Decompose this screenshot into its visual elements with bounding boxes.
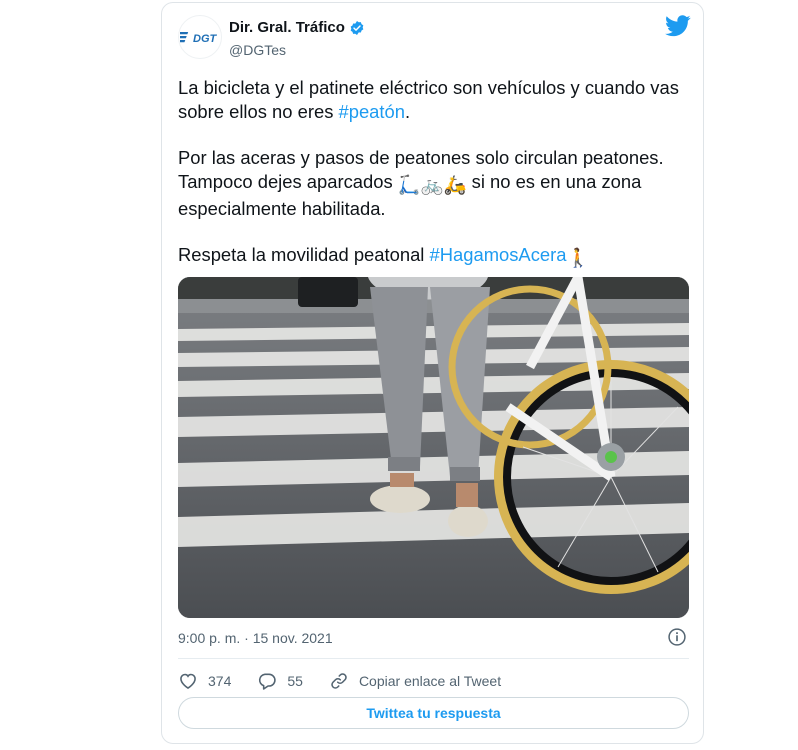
tweet-text: La bicicleta y el patinete eléctrico son… — [178, 76, 688, 270]
reply-icon — [259, 673, 277, 690]
tweet-timestamp[interactable]: 9:00 p. m. · 15 nov. 2021 — [178, 630, 333, 646]
tweet-paragraph-2: Por las aceras y pasos de peatones solo … — [178, 146, 688, 221]
text-segment: . — [404, 101, 411, 122]
info-icon[interactable] — [667, 627, 687, 647]
link-icon — [331, 673, 347, 689]
text-segment: Respeta la movilidad peatonal — [178, 244, 430, 265]
like-button[interactable]: 374 — [178, 671, 231, 691]
tweet-paragraph-1: La bicicleta y el patinete eléctrico son… — [178, 76, 688, 124]
author-name[interactable]: Dir. Gral. Tráfico — [229, 19, 345, 36]
verified-icon — [350, 20, 364, 35]
dgt-logo-icon: DGT — [180, 32, 218, 45]
tweet-actions: 374 55 Copiar enlace al Tweet — [178, 667, 527, 695]
reply-count: 55 — [287, 673, 303, 689]
heart-icon — [180, 673, 196, 690]
copy-link-label: Copiar enlace al Tweet — [358, 673, 502, 689]
reply-tweet-button[interactable]: Twittea tu respuesta — [178, 697, 689, 729]
like-count: 374 — [208, 673, 232, 689]
tweet-photo[interactable] — [178, 277, 689, 618]
hashtag-hagamosacera[interactable]: #HagamosAcera — [430, 244, 567, 265]
twitter-bird-icon[interactable] — [665, 15, 691, 37]
copy-link-button[interactable]: Copiar enlace al Tweet — [329, 671, 501, 691]
tweet-card: DGT Dir. Gral. Tráfico @DGTes La bicicle… — [161, 2, 704, 744]
dgt-logo-text: DGT — [193, 33, 218, 45]
divider — [178, 658, 689, 659]
text-segment: La bicicleta y el patinete eléctrico son… — [178, 77, 679, 122]
vehicles-emoji: 🛴🚲🛵 — [397, 174, 467, 195]
hashtag-peaton[interactable]: #peatón — [339, 101, 405, 122]
author-name-row: Dir. Gral. Tráfico — [229, 19, 365, 36]
tweet-paragraph-3: Respeta la movilidad peatonal #HagamosAc… — [178, 243, 688, 270]
crosswalk-bicycle-image — [178, 277, 689, 618]
walker-emoji: 🚶 — [566, 247, 590, 268]
tweet-header: DGT Dir. Gral. Tráfico @DGTes — [176, 13, 691, 63]
author-handle[interactable]: @DGTes — [229, 42, 286, 58]
avatar[interactable]: DGT — [178, 15, 222, 59]
reply-button[interactable]: 55 — [257, 671, 303, 691]
